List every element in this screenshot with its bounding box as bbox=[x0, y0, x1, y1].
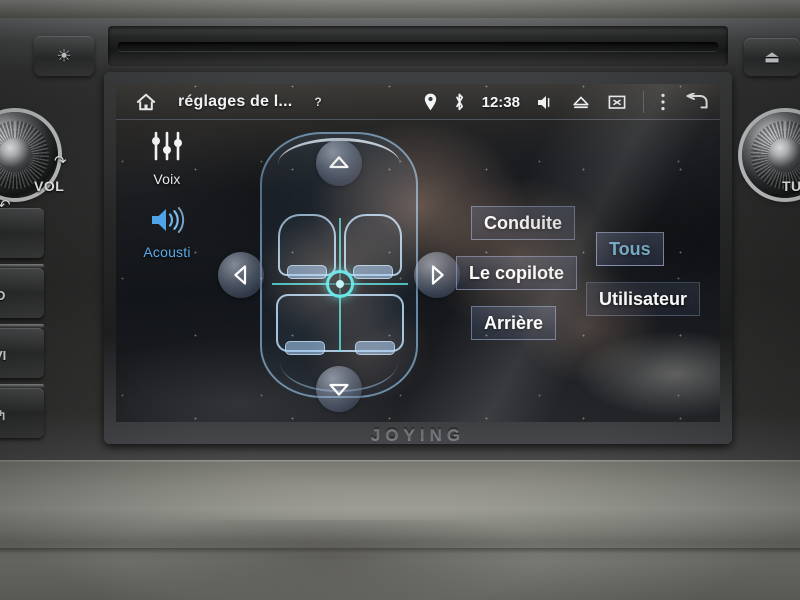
eject-icon[interactable] bbox=[571, 94, 591, 111]
balance-right-button[interactable] bbox=[414, 252, 460, 298]
side-button-3[interactable] bbox=[0, 328, 44, 378]
brand-logo-area: JOYING bbox=[104, 424, 732, 446]
seat-cushion-front-right bbox=[353, 265, 393, 279]
volume-knob-label: VOL bbox=[34, 178, 65, 194]
clock: 12:38 bbox=[481, 93, 520, 111]
sidebar: Voix Acousti bbox=[124, 124, 210, 272]
status-bar-right-group: 12:38 bbox=[424, 84, 710, 120]
cd-slot[interactable] bbox=[118, 42, 718, 51]
lcd-screen: réglages de l... ? 12:38 Voix Acousti Co… bbox=[116, 84, 720, 422]
side-button-2-label: D bbox=[0, 288, 6, 303]
hardware-eject-button[interactable]: ⏏ bbox=[744, 38, 800, 76]
bluetooth-icon bbox=[453, 93, 466, 111]
fader-down-button[interactable] bbox=[316, 366, 362, 412]
dashboard-shadow bbox=[120, 520, 540, 600]
seat-cushion-rear-left bbox=[285, 341, 325, 355]
fader-up-button[interactable] bbox=[316, 140, 362, 186]
side-button-3-label: VI bbox=[0, 348, 7, 363]
volume-mute-icon[interactable] bbox=[536, 94, 555, 111]
triangle-up-icon bbox=[329, 156, 349, 169]
eject-icon: ⏏ bbox=[763, 47, 781, 67]
preset-button-tous[interactable]: Tous bbox=[596, 232, 664, 266]
home-icon[interactable] bbox=[134, 92, 158, 112]
sidebar-item-label: Voix bbox=[153, 171, 181, 187]
seat-cushion-rear-right bbox=[355, 341, 395, 355]
location-pin-icon bbox=[424, 93, 437, 111]
balance-position-marker[interactable] bbox=[326, 270, 354, 298]
triangle-right-icon bbox=[431, 265, 444, 285]
preset-button-copilote[interactable]: Le copilote bbox=[456, 256, 578, 290]
help-button[interactable]: ? bbox=[314, 95, 321, 109]
brand-logo-text: JOYING bbox=[370, 425, 466, 444]
side-button-4-label: ↰ bbox=[0, 408, 7, 423]
knob-cw-arrow-icon: ↷ bbox=[54, 153, 67, 170]
balance-left-button[interactable] bbox=[218, 252, 264, 298]
sidebar-item-acousti[interactable]: Acousti bbox=[124, 199, 210, 264]
page-title: réglages de l... bbox=[178, 93, 293, 110]
equalizer-sliders-icon bbox=[150, 130, 184, 167]
three-dot-menu-icon[interactable] bbox=[660, 92, 666, 112]
knob-cap bbox=[768, 138, 800, 172]
speaker-volume-icon bbox=[149, 205, 185, 240]
side-button-2[interactable] bbox=[0, 268, 44, 318]
status-bar: réglages de l... ? 12:38 bbox=[116, 84, 720, 120]
dimmer-button[interactable]: ☀ bbox=[34, 36, 94, 76]
brightness-icon: ☀ bbox=[56, 46, 72, 66]
triangle-down-icon bbox=[329, 383, 349, 396]
preset-button-conduite[interactable]: Conduite bbox=[471, 206, 575, 240]
triangle-left-icon bbox=[234, 265, 247, 285]
back-arrow-icon[interactable] bbox=[682, 92, 710, 112]
preset-button-utilisateur[interactable]: Utilisateur bbox=[586, 282, 701, 316]
preset-button-arriere[interactable]: Arrière bbox=[471, 306, 557, 340]
screen-off-icon[interactable] bbox=[607, 94, 627, 111]
car-balance-fader[interactable] bbox=[218, 126, 460, 412]
tune-knob-label: TU bbox=[782, 178, 800, 194]
sidebar-item-voix[interactable]: Voix bbox=[124, 124, 210, 191]
status-bar-divider bbox=[643, 91, 644, 113]
side-button-1[interactable] bbox=[0, 208, 44, 258]
seat-cushion-front-left bbox=[287, 265, 327, 279]
sidebar-item-label: Acousti bbox=[143, 244, 191, 260]
dashboard-photo: ☀ ⏏ VOL ↷ ↶ TU D VI ↰ JOYING bbox=[0, 0, 800, 600]
